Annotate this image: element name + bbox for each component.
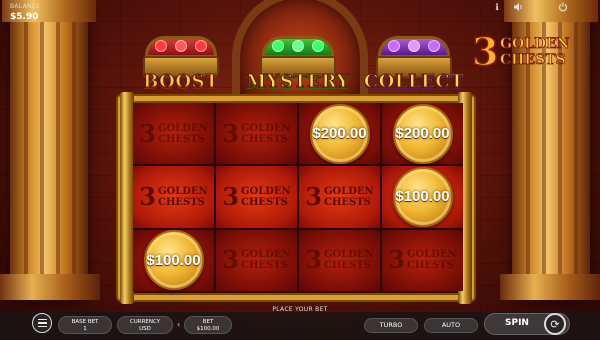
game-logo: 3 GOLDEN CHESTS: [468, 29, 584, 76]
blank-symbol-words: GOLDEN CHESTS: [158, 123, 208, 145]
bet-control[interactable]: BET $100.00: [184, 316, 232, 334]
sound-icon[interactable]: [512, 2, 524, 14]
reel-cell: 3 GOLDEN CHESTS: [299, 166, 380, 228]
blank-symbol-words: GOLDEN CHESTS: [158, 186, 208, 208]
mystery-feature: MYSTERY: [244, 34, 352, 96]
blank-symbol-word-golden: GOLDEN: [157, 185, 208, 197]
collect-label: COLLECT: [363, 71, 465, 93]
blank-symbol-word-chests: CHESTS: [157, 133, 205, 145]
reel-cell: 3 GOLDEN CHESTS: [299, 229, 380, 291]
blank-symbol: 3 GOLDEN CHESTS: [305, 181, 374, 211]
frame-left-post: [120, 92, 134, 304]
blank-symbol-number: 3: [305, 181, 322, 211]
reel-cell: $200.00: [382, 103, 463, 165]
coin-value: $200.00: [395, 125, 450, 143]
blank-symbol-number: 3: [222, 245, 239, 275]
blank-symbol-word-chests: CHESTS: [240, 260, 288, 272]
blank-symbol-word-chests: CHESTS: [323, 196, 371, 208]
blank-symbol-word-golden: GOLDEN: [240, 249, 291, 261]
auto-button[interactable]: AUTO: [424, 318, 478, 333]
currency-value: USD: [139, 326, 151, 332]
blank-symbol: 3 GOLDEN CHESTS: [222, 248, 290, 272]
coin-value: $100.00: [395, 188, 450, 206]
blank-symbol-word-chests: CHESTS: [323, 260, 371, 272]
blank-symbol-words: GOLDEN CHESTS: [324, 249, 374, 271]
reel-cell: 3 GOLDEN CHESTS: [382, 229, 463, 291]
power-icon[interactable]: [557, 2, 569, 14]
currency-label: CURRENCY: [129, 319, 161, 325]
blank-symbol-words: GOLDEN CHESTS: [241, 123, 291, 145]
blank-symbol-word-golden: GOLDEN: [240, 122, 291, 134]
reel-cell: 3 GOLDEN CHESTS: [216, 166, 297, 228]
game-scene: BALANCE $5.90 ℹ BOOST MYSTERY COLLECT 3 …: [0, 0, 600, 340]
blank-symbol-word-golden: GOLDEN: [406, 249, 457, 261]
gold-coin-icon: $100.00: [143, 230, 204, 291]
reel-grid: 3 GOLDEN CHESTS 3 GOLDEN CHESTS $200.00 $200.00…: [133, 103, 463, 291]
blank-symbol: 3 GOLDEN CHESTS: [388, 248, 456, 272]
gold-coin-icon: $200.00: [309, 103, 370, 164]
blank-symbol: 3 GOLDEN CHESTS: [139, 118, 208, 148]
spin-label: SPIN: [505, 318, 529, 328]
menu-button[interactable]: [32, 313, 52, 333]
currency-control[interactable]: CURRENCY USD: [117, 316, 173, 334]
blank-symbol: 3 GOLDEN CHESTS: [222, 181, 291, 211]
logo-number: 3: [471, 29, 499, 74]
coin-value: $100.00: [146, 251, 201, 269]
blank-symbol-words: GOLDEN CHESTS: [241, 186, 291, 208]
reel-cell: $200.00: [299, 103, 380, 165]
blank-symbol-number: 3: [388, 245, 405, 275]
blank-symbol: 3 GOLDEN CHESTS: [305, 248, 373, 272]
gold-coin-icon: $200.00: [392, 103, 453, 164]
reel-cell: $100.00: [382, 166, 463, 228]
blank-symbol-word-golden: GOLDEN: [240, 185, 291, 197]
blank-symbol-words: GOLDEN CHESTS: [241, 249, 291, 271]
base-bet-label: BASE BET: [71, 319, 99, 325]
balance-label: BALANCE: [10, 3, 41, 10]
blank-symbol-number: 3: [222, 181, 239, 211]
base-bet-control[interactable]: BASE BET 1: [58, 316, 112, 334]
info-icon[interactable]: ℹ: [491, 2, 503, 14]
base-bet-value: 1: [83, 326, 87, 332]
boost-feature: BOOST: [127, 34, 235, 96]
bet-decrease-icon[interactable]: ‹: [177, 320, 180, 329]
blank-symbol-word-chests: CHESTS: [406, 260, 454, 272]
reel-cell: 3 GOLDEN CHESTS: [133, 166, 214, 228]
collect-feature: COLLECT: [360, 34, 468, 96]
blank-symbol-number: 3: [305, 245, 322, 275]
gold-coin-icon: $100.00: [392, 166, 453, 227]
logo-word-golden: GOLDEN: [500, 36, 570, 53]
blank-symbol-words: GOLDEN CHESTS: [324, 186, 374, 208]
bet-label: BET: [202, 319, 214, 325]
spin-icon[interactable]: ⟳: [544, 313, 566, 335]
reel-cell: 3 GOLDEN CHESTS: [133, 103, 214, 165]
blank-symbol-word-golden: GOLDEN: [157, 122, 208, 134]
blank-symbol-word-golden: GOLDEN: [323, 185, 374, 197]
blank-symbol-word-chests: CHESTS: [240, 196, 288, 208]
boost-label: BOOST: [143, 71, 219, 93]
blank-symbol: 3 GOLDEN CHESTS: [139, 181, 208, 211]
blank-symbol-word-chests: CHESTS: [157, 196, 205, 208]
mystery-label: MYSTERY: [246, 71, 350, 93]
reel-cell: $100.00: [133, 229, 214, 291]
turbo-button[interactable]: TURBO: [364, 318, 418, 333]
bet-value: $100.00: [196, 326, 220, 332]
blank-symbol: 3 GOLDEN CHESTS: [222, 118, 291, 148]
balance-value: $5.90: [10, 12, 39, 22]
blank-symbol-number: 3: [139, 118, 156, 148]
blank-symbol-number: 3: [222, 118, 239, 148]
reel-cell: 3 GOLDEN CHESTS: [216, 229, 297, 291]
reel-cell: 3 GOLDEN CHESTS: [216, 103, 297, 165]
left-pillar: [0, 0, 100, 300]
blank-symbol-word-golden: GOLDEN: [323, 249, 374, 261]
blank-symbol-number: 3: [139, 181, 156, 211]
blank-symbol-word-chests: CHESTS: [240, 133, 288, 145]
logo-word-chests: CHESTS: [500, 52, 566, 69]
coin-value: $200.00: [312, 125, 367, 143]
blank-symbol-words: GOLDEN CHESTS: [407, 249, 457, 271]
